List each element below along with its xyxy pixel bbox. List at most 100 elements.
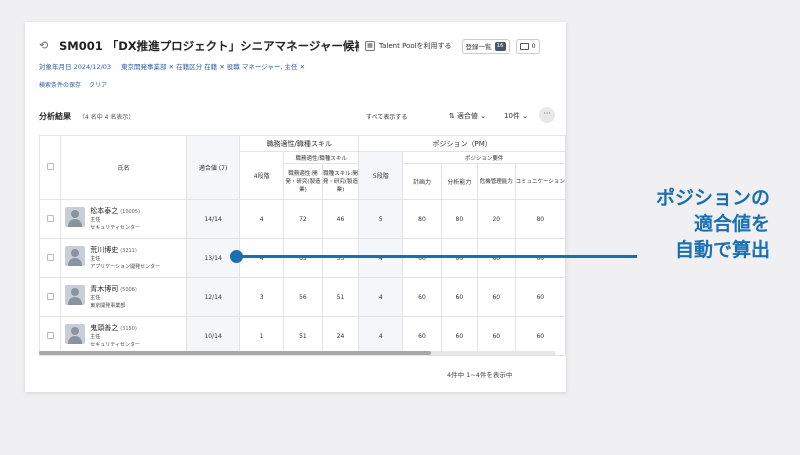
- person-id: (3211): [120, 248, 137, 254]
- chevron-down-icon: ⌄: [477, 112, 486, 120]
- person-name[interactable]: 鬼頭善之: [90, 324, 118, 332]
- page-title: SM001 「DX推進プロジェクト」シニアマネージャー候補: [59, 39, 359, 53]
- row-select-cell: [38, 277, 62, 317]
- skill-level-value: 3: [239, 277, 285, 317]
- results-title: 分析結果: [39, 111, 71, 121]
- position-value-2: 60: [440, 238, 479, 278]
- position-level-value: 4: [358, 277, 404, 317]
- row-checkbox[interactable]: [46, 331, 54, 339]
- skill-value-1: 51: [283, 316, 323, 356]
- person-cell[interactable]: 荒川博史 (3211) 主任アプリケーション開発センター: [60, 238, 188, 278]
- fit-value: 10/14: [186, 316, 241, 356]
- person-dept: アプリケーション開発センター: [90, 264, 161, 270]
- select-all-cell: [38, 135, 62, 200]
- person: 青木博司 (5006) 主任 東京開発事業部: [65, 284, 185, 310]
- person-dept: セキュリティセンター: [90, 225, 140, 231]
- show-all-link[interactable]: すべて表示する: [366, 112, 407, 121]
- per-page-select[interactable]: 10件 ⌄: [504, 111, 528, 121]
- callout-line-1: ポジションの: [655, 187, 770, 209]
- person-id: (3150): [120, 326, 137, 332]
- position-level-value: 4: [358, 238, 404, 278]
- register-list-button[interactable]: 登録一覧 16: [461, 38, 510, 54]
- position-value-1: 60: [402, 316, 442, 356]
- skill-level-value: 4: [239, 238, 285, 278]
- callout-line-3: 自動で算出: [674, 239, 770, 261]
- name-header[interactable]: 氏名: [60, 135, 188, 200]
- table-row[interactable]: 鬼頭善之 (3150) 主任 セキュリティセンター 10/14 1 51 24 4 60 60 60…: [38, 316, 566, 356]
- position-value-2: 80: [440, 199, 479, 239]
- scrollbar-thumb[interactable]: [39, 351, 431, 355]
- avatar: [65, 246, 86, 266]
- row-select-cell: [38, 316, 62, 356]
- talent-pool-link[interactable]: Talent Poolを利用する: [379, 41, 452, 51]
- person-cell[interactable]: 松本泰之 (10005) 主任 セキュリティセンター: [60, 199, 188, 239]
- fit-header[interactable]: 適合値 (7): [186, 135, 241, 200]
- skill-col-1: 職務適性:開発・研究(製造業): [283, 163, 323, 200]
- filter-conditions[interactable]: 東京開発事業部 ✕ 在籍区分 在籍 ✕ 役職 マネージャー, 主任 ✕: [121, 61, 305, 71]
- skill-value-2: 51: [321, 277, 360, 317]
- sort-icon: ⇅: [449, 112, 455, 120]
- position-value-3: 20: [477, 199, 516, 239]
- row-select-cell: [38, 199, 62, 239]
- folder-icon: [519, 42, 529, 50]
- position-col-2: 分析能力: [440, 163, 479, 200]
- skill-level-value: 1: [239, 316, 285, 356]
- person-id: (5006): [120, 287, 137, 293]
- save-search-link[interactable]: 検索条件の保存: [39, 80, 81, 89]
- person-name[interactable]: 荒川博史: [90, 246, 118, 254]
- avatar: [65, 324, 86, 344]
- skill-group-header: 職務適性/職種スキル: [239, 135, 360, 152]
- register-list-label: 登録一覧: [465, 43, 492, 51]
- skill-value-1: 72: [283, 199, 323, 239]
- position-col-4: コミュニケーション: [514, 163, 566, 200]
- fit-value: 14/14: [186, 199, 241, 239]
- results-count: （4 名中 4 名表示）: [79, 113, 135, 121]
- clear-link[interactable]: クリア: [89, 80, 107, 89]
- skill-level-header: 4段階: [239, 151, 285, 200]
- person-dept: 東京開発事業部: [90, 303, 126, 309]
- row-checkbox[interactable]: [46, 253, 54, 261]
- filter-summary: 対象年月日 2024/12/03 東京開発事業部 ✕ 在籍区分 在籍 ✕ 役職 …: [39, 61, 315, 71]
- sort-label: 適合値: [456, 112, 478, 120]
- person-cell[interactable]: 鬼頭善之 (3150) 主任 セキュリティセンター: [60, 316, 188, 356]
- filter-actions: 検索条件の保存 クリア: [39, 80, 115, 89]
- person-role: 主任: [90, 256, 101, 262]
- person-cell[interactable]: 青木博司 (5006) 主任 東京開発事業部: [60, 277, 188, 317]
- person-info: 鬼頭善之 (3150) 主任 セキュリティセンター: [90, 323, 140, 349]
- position-value-4: 80: [514, 199, 566, 239]
- position-value-1: 60: [402, 238, 442, 278]
- avatar: [65, 285, 86, 305]
- folder-button[interactable]: 0: [515, 38, 540, 54]
- refresh-icon[interactable]: ⟲: [39, 40, 51, 52]
- table-row[interactable]: 青木博司 (5006) 主任 東京開発事業部 12/14 3 56 51 4 60 60 60 60: [38, 277, 566, 317]
- person-role: 主任: [90, 334, 101, 340]
- person-name[interactable]: 松本泰之: [90, 207, 118, 215]
- per-page-label: 10件: [504, 112, 520, 120]
- select-all-checkbox[interactable]: [46, 163, 54, 170]
- position-value-3: 60: [477, 238, 516, 278]
- skill-value-1: 56: [283, 277, 323, 317]
- position-sub-header: ポジション要件: [402, 151, 566, 164]
- row-checkbox[interactable]: [46, 292, 54, 300]
- fit-value: 12/14: [186, 277, 241, 317]
- person-info: 松本泰之 (10005) 主任 セキュリティセンター: [90, 206, 140, 232]
- position-group-header: ポジション（PM）: [358, 135, 566, 152]
- skill-col-2: 職種スキル:開発・研究(製造業): [321, 163, 360, 200]
- position-value-2: 60: [440, 277, 479, 317]
- table-row[interactable]: 荒川博史 (3211) 主任 アプリケーション開発センター 13/14 4 63 53 4 60…: [38, 238, 566, 278]
- position-value-4: 60: [514, 277, 566, 317]
- person-name[interactable]: 青木博司: [90, 285, 118, 293]
- table-row[interactable]: 松本泰之 (10005) 主任 セキュリティセンター 14/14 4 72 46 5 80 80 2…: [38, 199, 566, 239]
- sort-select[interactable]: ⇅ 適合値 ⌄: [449, 111, 486, 121]
- register-count-badge: 16: [494, 41, 506, 51]
- skill-value-2: 24: [321, 316, 360, 356]
- horizontal-scrollbar[interactable]: [39, 351, 555, 355]
- callout-connector-line: [237, 255, 637, 258]
- skill-level-value: 4: [239, 199, 285, 239]
- talent-pool-icon[interactable]: ▦: [365, 41, 375, 51]
- position-col-1: 計画力: [402, 163, 442, 200]
- person: 荒川博史 (3211) 主任アプリケーション開発センター: [65, 245, 185, 271]
- more-options-button[interactable]: ···: [539, 107, 555, 123]
- row-checkbox[interactable]: [46, 214, 54, 222]
- title-bar: ⟲ SM001 「DX推進プロジェクト」シニアマネージャー候補 ▦ Talent…: [39, 36, 556, 56]
